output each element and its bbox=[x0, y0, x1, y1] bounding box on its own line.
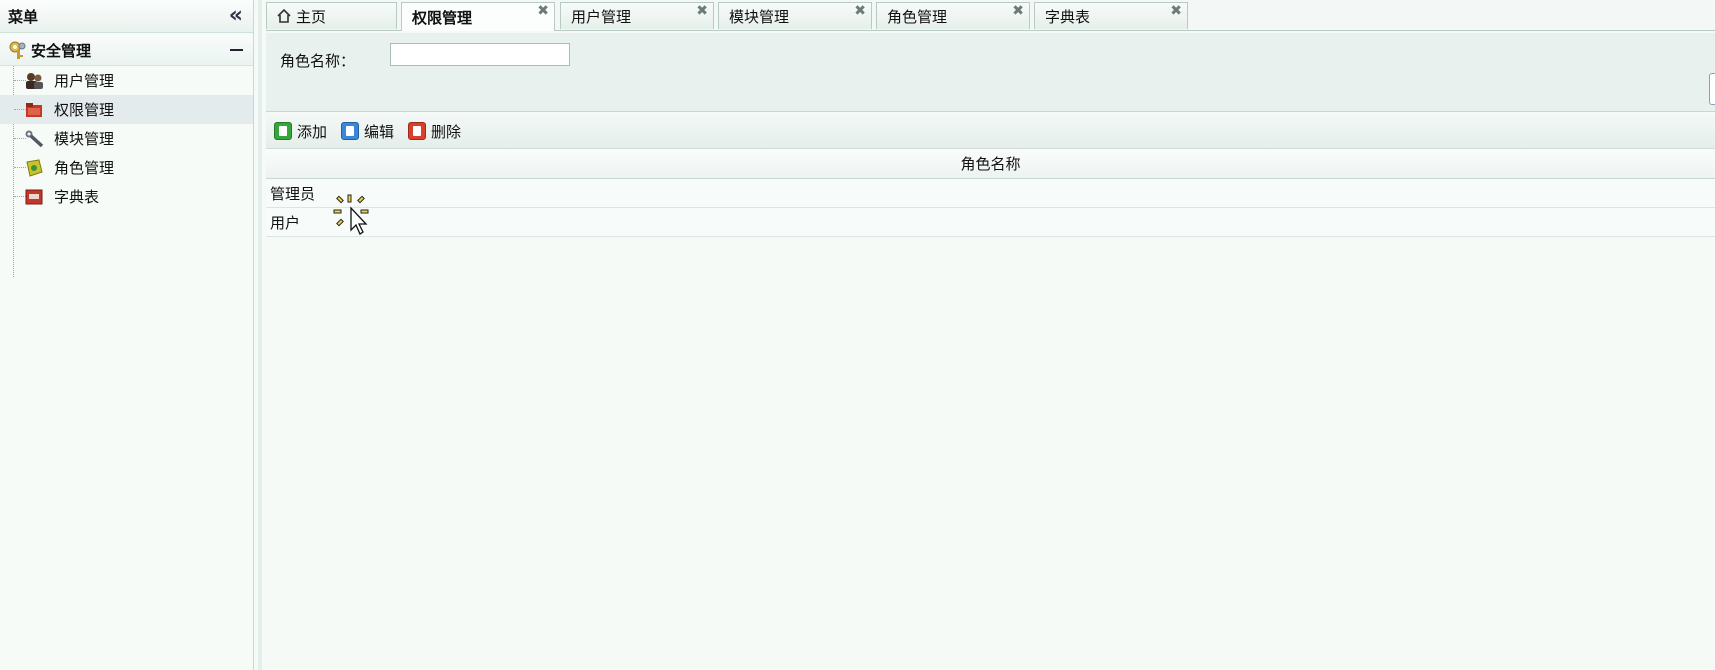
table-cell: 管理员 bbox=[270, 184, 316, 203]
toolbar: 添加 编辑 删除 bbox=[266, 114, 1715, 149]
home-icon bbox=[277, 9, 291, 23]
wrench-icon bbox=[25, 130, 44, 148]
add-icon bbox=[274, 122, 292, 140]
delete-label: 删除 bbox=[431, 122, 462, 141]
sidebar-item-users[interactable]: 用户管理 bbox=[0, 66, 253, 95]
role-grid: 角色名称 管理员 用户 bbox=[266, 149, 1715, 237]
close-icon[interactable]: ✖ bbox=[1012, 4, 1024, 18]
sidebar-header: 菜单 « bbox=[0, 0, 253, 33]
collapse-group-icon[interactable] bbox=[230, 49, 243, 51]
double-chevron-left-icon[interactable]: « bbox=[229, 5, 245, 27]
column-header-label: 角色名称 bbox=[960, 155, 1021, 173]
menu-group-security[interactable]: 安全管理 bbox=[0, 35, 253, 66]
sidebar: 菜单 « 安全管理 用户管理 权限管理 模块管理 角色管理 字典表 bbox=[0, 0, 254, 670]
sidebar-item-label: 角色管理 bbox=[54, 159, 115, 177]
sidebar-item-label: 用户管理 bbox=[54, 72, 115, 90]
tab-label: 主页 bbox=[296, 7, 327, 26]
tab-label: 角色管理 bbox=[887, 7, 948, 26]
sidebar-item-label: 模块管理 bbox=[54, 130, 115, 148]
sidebar-item-label: 权限管理 bbox=[54, 101, 115, 119]
add-button[interactable]: 添加 bbox=[274, 121, 327, 142]
keys-icon bbox=[9, 41, 26, 59]
delete-button[interactable]: 删除 bbox=[408, 121, 461, 142]
tab-dictionary[interactable]: 字典表 ✖ bbox=[1034, 2, 1188, 29]
tab-label: 字典表 bbox=[1045, 7, 1091, 26]
edit-label: 编辑 bbox=[364, 122, 395, 141]
folder-red-icon bbox=[26, 103, 42, 117]
close-icon[interactable]: ✖ bbox=[696, 4, 708, 18]
grid-header-role-name[interactable]: 角色名称 bbox=[266, 149, 1715, 179]
tab-users[interactable]: 用户管理 ✖ bbox=[560, 2, 714, 29]
table-row[interactable]: 用户 bbox=[266, 208, 1715, 237]
tab-label: 模块管理 bbox=[729, 7, 790, 26]
add-label: 添加 bbox=[297, 122, 328, 141]
main-area: 主页 权限管理 ✖ 用户管理 ✖ 模块管理 ✖ 角色管理 ✖ 字典表 ✖ 角色名… bbox=[258, 0, 1715, 670]
sidebar-item-dictionary[interactable]: 字典表 bbox=[0, 182, 253, 211]
book-red-icon bbox=[25, 189, 43, 205]
delete-icon bbox=[408, 122, 427, 140]
edit-button[interactable]: 编辑 bbox=[341, 121, 394, 142]
menu-group-label: 安全管理 bbox=[31, 41, 92, 60]
search-panel: 角色名称： bbox=[266, 33, 1715, 112]
tab-roles[interactable]: 角色管理 ✖ bbox=[876, 2, 1030, 29]
table-cell: 用户 bbox=[270, 213, 301, 232]
sidebar-item-label: 字典表 bbox=[54, 188, 100, 206]
edit-icon bbox=[341, 122, 360, 140]
tab-label: 用户管理 bbox=[571, 7, 632, 26]
tab-home[interactable]: 主页 bbox=[266, 2, 397, 29]
close-icon[interactable]: ✖ bbox=[854, 4, 866, 18]
search-button-edge[interactable] bbox=[1709, 73, 1715, 105]
menu-tree: 用户管理 权限管理 模块管理 角色管理 字典表 bbox=[0, 66, 253, 277]
role-badge-icon bbox=[26, 159, 43, 177]
role-name-input[interactable] bbox=[390, 43, 570, 66]
table-row[interactable]: 管理员 bbox=[266, 179, 1715, 208]
tab-label: 权限管理 bbox=[412, 8, 473, 27]
sidebar-title: 菜单 bbox=[8, 7, 39, 26]
tab-strip: 主页 权限管理 ✖ 用户管理 ✖ 模块管理 ✖ 角色管理 ✖ 字典表 ✖ bbox=[266, 0, 1715, 31]
sidebar-item-permissions[interactable]: 权限管理 bbox=[0, 95, 253, 124]
users-icon bbox=[26, 73, 43, 89]
role-name-label: 角色名称： bbox=[280, 52, 356, 70]
close-icon[interactable]: ✖ bbox=[537, 4, 549, 18]
tab-permissions[interactable]: 权限管理 ✖ bbox=[401, 2, 555, 31]
close-icon[interactable]: ✖ bbox=[1170, 4, 1182, 18]
sidebar-item-modules[interactable]: 模块管理 bbox=[0, 124, 253, 153]
mouse-cursor-icon bbox=[333, 194, 369, 235]
tab-modules[interactable]: 模块管理 ✖ bbox=[718, 2, 872, 29]
sidebar-item-roles[interactable]: 角色管理 bbox=[0, 153, 253, 182]
